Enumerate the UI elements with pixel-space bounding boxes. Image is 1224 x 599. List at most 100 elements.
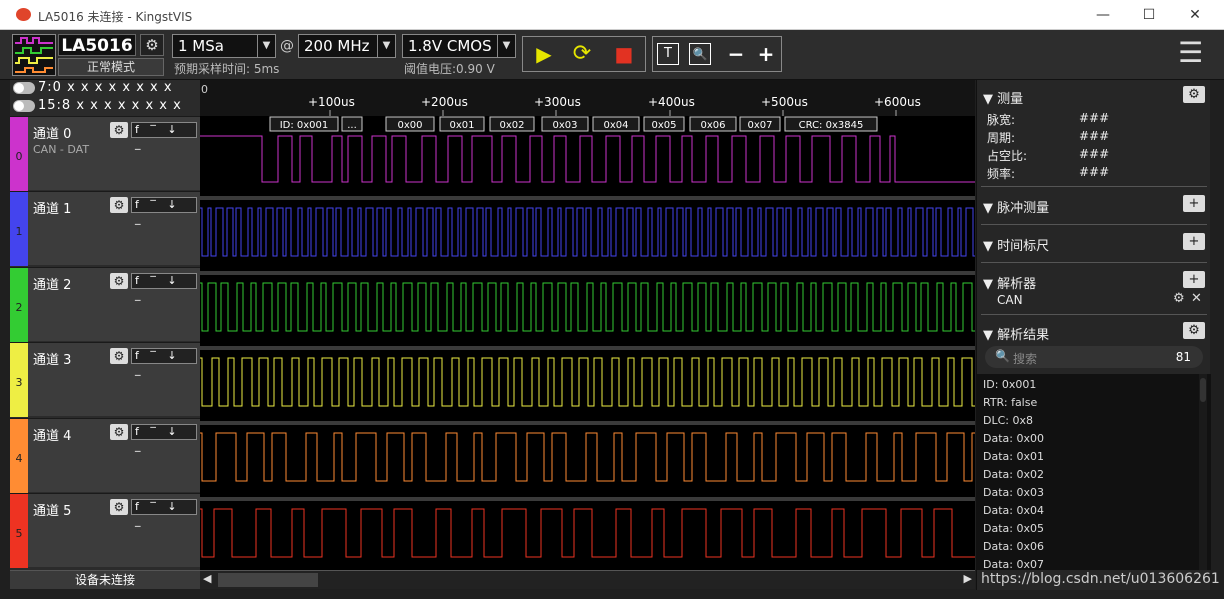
bus-range-label: 7:0 xyxy=(38,80,62,95)
results-list[interactable]: ID: 0x001 RTR: false DLC: 0x8 Data: 0x00 Dat… xyxy=(977,374,1211,571)
channel-2-header[interactable]: 2 通道 2 ⚙ f ‾ ↓ _ xyxy=(10,267,200,342)
bus-toggle-7-0[interactable]: 7:0 x x x x x x x x xyxy=(10,80,200,96)
trigger-selector[interactable]: f ‾ ↓ _ xyxy=(131,424,197,452)
results-settings-gear-icon[interactable]: ⚙ xyxy=(1183,322,1205,339)
channel-color-strip: 2 xyxy=(10,268,28,342)
device-settings-gear-icon[interactable]: ⚙ xyxy=(140,34,164,56)
run-play-icon[interactable]: ▶ xyxy=(531,41,557,67)
channel-number: 3 xyxy=(15,376,23,389)
collapse-arrow-icon[interactable]: ▼ xyxy=(983,92,997,107)
result-line[interactable]: Data: 0x06 xyxy=(983,540,1044,553)
scroll-right-icon[interactable]: ▶ xyxy=(964,572,972,585)
collapse-arrow-icon[interactable]: ▼ xyxy=(983,328,997,343)
loop-run-icon[interactable]: ⟳ xyxy=(569,41,595,67)
result-line[interactable]: Data: 0x00 xyxy=(983,432,1044,445)
results-scrollbar[interactable] xyxy=(1199,374,1207,570)
channel-5-header[interactable]: 5 通道 5 ⚙ f ‾ ↓ _ xyxy=(10,493,200,568)
threshold-dropdown-icon: ▼ xyxy=(497,35,515,57)
device-name[interactable]: LA5016 xyxy=(58,34,136,56)
decode-frame-label: 0x05 xyxy=(651,120,676,131)
sample-frequency-select[interactable]: 200 MHz ▼ xyxy=(298,34,396,58)
zoom-in-icon[interactable]: + xyxy=(753,41,779,67)
waveform-canvas[interactable]: 0 +100us +200us +300us +400us +500us +600us I… xyxy=(200,80,975,570)
analyzer-settings-gear-icon[interactable]: ⚙ xyxy=(1173,291,1185,306)
toolbar: LA5016 ⚙ 正常模式 1 MSa ▼ @ 200 MHz ▼ 预期采样时间… xyxy=(0,30,1224,80)
collapse-arrow-icon[interactable]: ▼ xyxy=(983,201,997,216)
trigger-selector[interactable]: f ‾ ↓ _ xyxy=(131,273,197,301)
channel-settings-gear-icon[interactable]: ⚙ xyxy=(110,273,128,289)
channel-name[interactable]: 通道 0 xyxy=(33,123,71,142)
divider xyxy=(981,186,1207,187)
bus-toggle-switch-icon[interactable] xyxy=(13,100,35,112)
decode-frame-label: 0x03 xyxy=(552,120,577,131)
add-analyzer-plus-icon[interactable]: + xyxy=(1183,271,1205,288)
channel-3-header[interactable]: 3 通道 3 ⚙ f ‾ ↓ _ xyxy=(10,342,200,417)
minimize-button[interactable]: — xyxy=(1080,0,1126,30)
channel-4-header[interactable]: 4 通道 4 ⚙ f ‾ ↓ _ xyxy=(10,418,200,493)
channel-settings-gear-icon[interactable]: ⚙ xyxy=(110,122,128,138)
trigger-selector[interactable]: f ‾ ↓ _ xyxy=(131,348,197,376)
channel-waveform-trace xyxy=(200,357,975,407)
close-button[interactable]: ✕ xyxy=(1172,0,1218,30)
zoom-out-icon[interactable]: − xyxy=(723,41,749,67)
channel-name[interactable]: 通道 3 xyxy=(33,349,71,368)
result-line[interactable]: ID: 0x001 xyxy=(983,378,1036,391)
collapse-arrow-icon[interactable]: ▼ xyxy=(983,239,997,254)
channel-color-strip: 4 xyxy=(10,419,28,493)
result-line[interactable]: Data: 0x03 xyxy=(983,486,1044,499)
result-line[interactable]: Data: 0x01 xyxy=(983,450,1044,463)
sample-rate-select[interactable]: 1 MSa ▼ xyxy=(172,34,276,58)
analyzer-item-can[interactable]: CAN xyxy=(997,293,1023,307)
channel-1-header[interactable]: 1 通道 1 ⚙ f ‾ ↓ _ xyxy=(10,191,200,266)
results-scroll-thumb[interactable] xyxy=(1200,378,1206,402)
maximize-button[interactable]: ☐ xyxy=(1126,0,1172,30)
result-line[interactable]: DLC: 0x8 xyxy=(983,414,1033,427)
result-line[interactable]: Data: 0x07 xyxy=(983,558,1044,571)
measure-settings-gear-icon[interactable]: ⚙ xyxy=(1183,86,1205,103)
waveform-area[interactable]: 0 +100us +200us +300us +400us +500us +600us I… xyxy=(200,80,975,570)
device-waveform-icon[interactable] xyxy=(12,34,56,76)
result-line[interactable]: Data: 0x05 xyxy=(983,522,1044,535)
bus-toggle-switch-icon[interactable] xyxy=(13,82,35,94)
trigger-selector[interactable]: f ‾ ↓ _ xyxy=(131,122,197,150)
channel-number: 2 xyxy=(15,301,23,314)
result-line[interactable]: RTR: false xyxy=(983,396,1037,409)
result-line[interactable]: Data: 0x02 xyxy=(983,468,1044,481)
device-mode[interactable]: 正常模式 xyxy=(58,58,164,76)
time-ruler-section[interactable]: ▼ 时间标尺 + xyxy=(977,231,1211,254)
channel-settings-gear-icon[interactable]: ⚙ xyxy=(110,499,128,515)
text-annotation-icon[interactable]: T xyxy=(657,43,679,65)
results-count: 81 xyxy=(1175,350,1191,364)
zoom-fit-icon[interactable]: 🔍 xyxy=(689,43,711,65)
main-menu-icon[interactable]: ☰ xyxy=(1178,38,1203,68)
trigger-selector[interactable]: f ‾ ↓ _ xyxy=(131,499,197,527)
results-search-input[interactable]: 🔍 搜索 81 xyxy=(985,346,1203,368)
scrollbar-thumb[interactable] xyxy=(218,573,318,587)
analyzer-section[interactable]: ▼ 解析器 + xyxy=(977,269,1211,292)
analyzer-remove-close-icon[interactable]: ✕ xyxy=(1191,291,1202,306)
add-pulse-measure-plus-icon[interactable]: + xyxy=(1183,195,1205,212)
channel-name[interactable]: 通道 5 xyxy=(33,500,71,519)
pulse-measure-section[interactable]: ▼ 脉冲测量 + xyxy=(977,193,1211,216)
measure-section[interactable]: ▼ 测量 ⚙ xyxy=(977,84,1211,107)
channel-settings-gear-icon[interactable]: ⚙ xyxy=(110,197,128,213)
channel-name[interactable]: 通道 1 xyxy=(33,198,71,217)
add-time-ruler-plus-icon[interactable]: + xyxy=(1183,233,1205,250)
channel-0-header[interactable]: 0 通道 0 CAN - DAT ⚙ f ‾ ↓ _ xyxy=(10,116,200,191)
results-section[interactable]: ▼ 解析结果 ⚙ xyxy=(977,320,1211,343)
channel-waveform-trace xyxy=(200,207,975,257)
expected-sample-time: 预期采样时间: 5ms xyxy=(174,62,280,76)
scroll-left-icon[interactable]: ◀ xyxy=(203,572,211,585)
collapse-arrow-icon[interactable]: ▼ xyxy=(983,277,997,292)
channel-name[interactable]: 通道 2 xyxy=(33,274,71,293)
result-line[interactable]: Data: 0x04 xyxy=(983,504,1044,517)
trigger-selector[interactable]: f ‾ ↓ _ xyxy=(131,197,197,225)
channel-settings-gear-icon[interactable]: ⚙ xyxy=(110,424,128,440)
bus-toggle-15-8[interactable]: 15:8 x x x x x x x x xyxy=(10,98,200,114)
time-ruler-zero: 0 xyxy=(201,83,208,96)
channel-settings-gear-icon[interactable]: ⚙ xyxy=(110,348,128,364)
horizontal-scrollbar[interactable]: ◀ ▶ xyxy=(200,570,975,589)
stop-icon[interactable]: ■ xyxy=(611,41,637,67)
threshold-select[interactable]: 1.8V CMOS ▼ xyxy=(402,34,516,58)
channel-name[interactable]: 通道 4 xyxy=(33,425,71,444)
